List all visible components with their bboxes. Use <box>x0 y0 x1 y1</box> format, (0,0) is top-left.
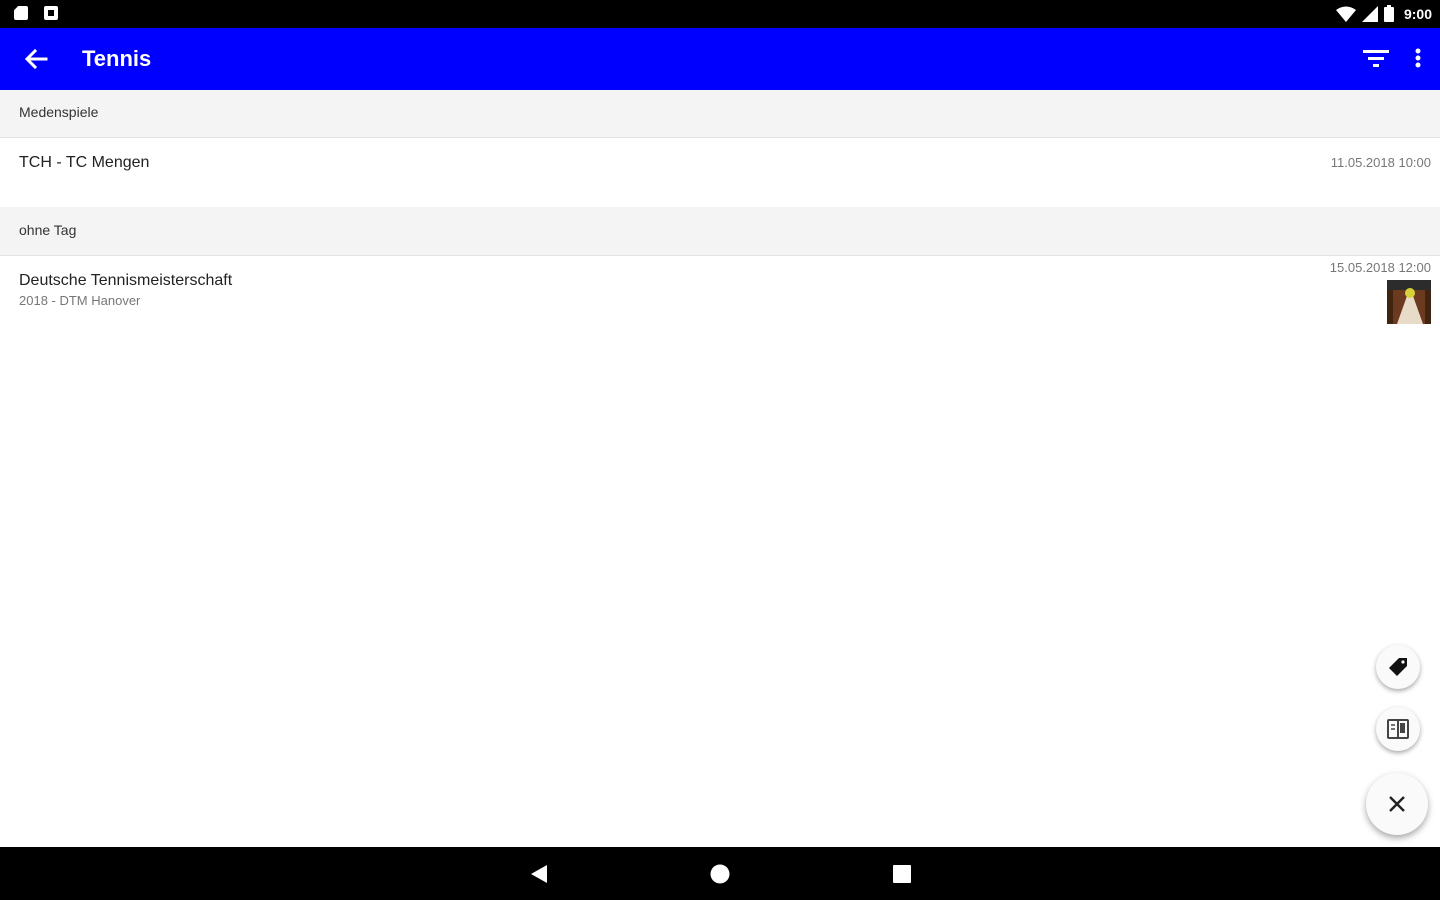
close-button[interactable] <box>1366 773 1428 835</box>
tag-icon <box>1389 658 1407 676</box>
more-options-button[interactable] <box>1410 46 1426 72</box>
nav-home-button[interactable] <box>707 861 733 887</box>
close-icon <box>1389 796 1405 812</box>
item-date: 11.05.2018 10:00 <box>1330 155 1431 170</box>
tag-button[interactable] <box>1376 645 1420 689</box>
back-button[interactable] <box>18 43 54 75</box>
back-triangle-icon <box>531 865 547 883</box>
page-title: Tennis <box>82 46 152 71</box>
more-vert-icon <box>1415 48 1421 68</box>
item-title: TCH - TC Mengen <box>19 154 150 171</box>
filter-icon <box>1363 50 1389 67</box>
section-header: ohne Tag <box>0 207 1440 256</box>
navigation-bar <box>0 847 1440 900</box>
item-title: Deutsche Tennismeisterschaft <box>19 272 233 289</box>
item-date: 15.05.2018 12:00 <box>1329 260 1431 275</box>
app-bar: Tennis <box>0 28 1440 90</box>
section-header-label: ohne Tag <box>19 222 77 238</box>
section-header: Medenspiele <box>0 90 1440 138</box>
nav-back-button[interactable] <box>526 861 552 887</box>
sd-card-icon <box>14 6 28 20</box>
home-circle-icon <box>710 864 730 884</box>
nav-recents-button[interactable] <box>889 861 915 887</box>
recents-square-icon <box>893 865 911 883</box>
notification-icon <box>44 6 58 20</box>
item-thumbnail <box>1387 280 1431 324</box>
list-item[interactable]: TCH - TC Mengen 11.05.2018 10:00 <box>0 138 1440 206</box>
status-time: 9:00 <box>1403 5 1432 22</box>
section-header-label: Medenspiele <box>19 104 99 120</box>
book-button[interactable] <box>1376 707 1420 751</box>
back-arrow-icon <box>24 48 48 70</box>
filter-button[interactable] <box>1362 46 1390 72</box>
signal-icon <box>1361 5 1378 22</box>
battery-icon <box>1383 5 1394 22</box>
item-subtitle: 2018 - DTM Hanover <box>19 293 141 308</box>
wifi-icon <box>1335 6 1356 22</box>
book-icon <box>1387 719 1409 739</box>
list-item[interactable]: Deutsche Tennismeisterschaft 2018 - DTM … <box>0 256 1440 332</box>
status-bar: 9:00 <box>0 0 1440 28</box>
